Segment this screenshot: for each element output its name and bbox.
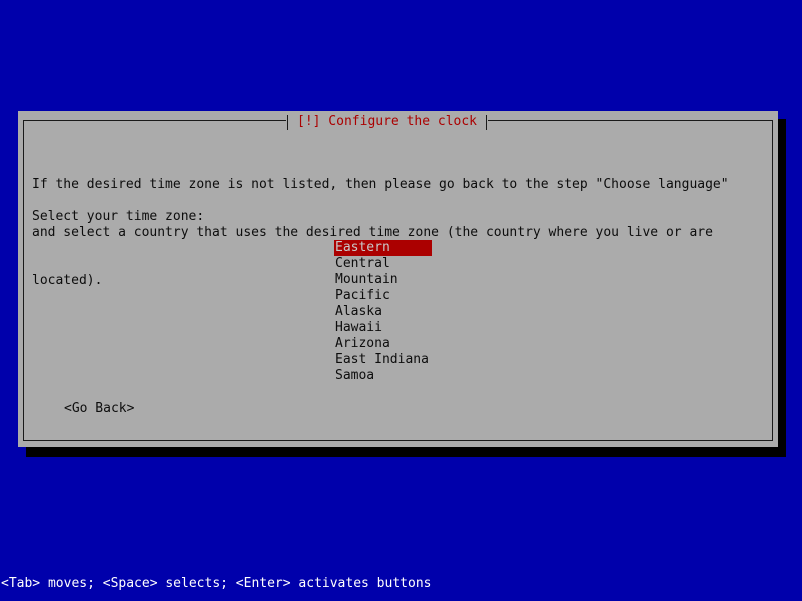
timezone-list[interactable]: Eastern Central Mountain Pacific Alaska … — [334, 240, 534, 384]
list-item[interactable]: Mountain — [334, 272, 432, 288]
list-item[interactable]: Arizona — [334, 336, 432, 352]
installer-screen: [!] Configure the clock If the desired t… — [0, 0, 802, 601]
list-item[interactable]: Central — [334, 256, 432, 272]
list-item[interactable]: Hawaii — [334, 320, 432, 336]
list-item[interactable]: East Indiana — [334, 352, 432, 368]
list-item[interactable]: Eastern — [334, 240, 432, 256]
list-item[interactable]: Samoa — [334, 368, 432, 384]
body-line: If the desired time zone is not listed, … — [32, 177, 762, 193]
keyboard-help-bar: <Tab> moves; <Space> selects; <Enter> ac… — [0, 576, 802, 592]
go-back-button[interactable]: <Go Back> — [64, 401, 134, 417]
timezone-prompt-label: Select your time zone: — [32, 209, 204, 225]
body-line: and select a country that uses the desir… — [32, 225, 762, 241]
list-item[interactable]: Pacific — [334, 288, 432, 304]
list-item[interactable]: Alaska — [334, 304, 432, 320]
